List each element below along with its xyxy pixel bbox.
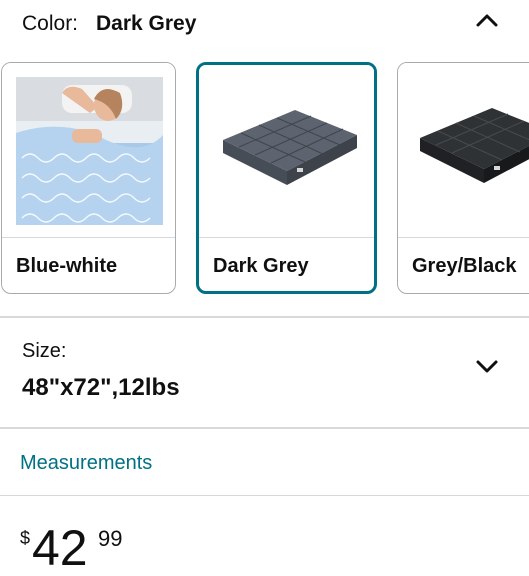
color-swatch-carousel[interactable]: Blue-white Dark Grey Grey/Black [0,60,529,298]
price-currency-symbol: $ [20,528,31,548]
swatch-label: Blue-white [16,255,118,277]
chevron-down-icon[interactable] [474,356,500,376]
swatch-grey-black[interactable]: Grey/Black [397,62,529,294]
blue-white-blanket-image [2,63,175,237]
size-selected-value: 48"x72",12lbs [22,374,180,401]
divider [0,427,529,429]
measurements-link[interactable]: Measurements [20,452,152,475]
color-selector-header[interactable]: Color: Dark Grey [0,0,529,52]
swatch-blue-white[interactable]: Blue-white [1,62,176,294]
size-label: Size: [22,340,67,362]
color-label: Color: [22,12,79,35]
price-fraction: 99 [98,526,123,551]
swatch-dark-grey[interactable]: Dark Grey [196,62,377,294]
size-selector[interactable] [0,318,529,426]
swatch-label: Grey/Black [412,255,517,277]
color-selected-value: Dark Grey [96,12,197,35]
price-whole: 42 [32,520,88,576]
chevron-up-icon[interactable] [474,10,500,30]
grey-black-blanket-image [398,63,529,237]
swatch-label: Dark Grey [213,255,309,277]
divider [0,495,529,496]
dark-grey-blanket-image [199,65,374,239]
